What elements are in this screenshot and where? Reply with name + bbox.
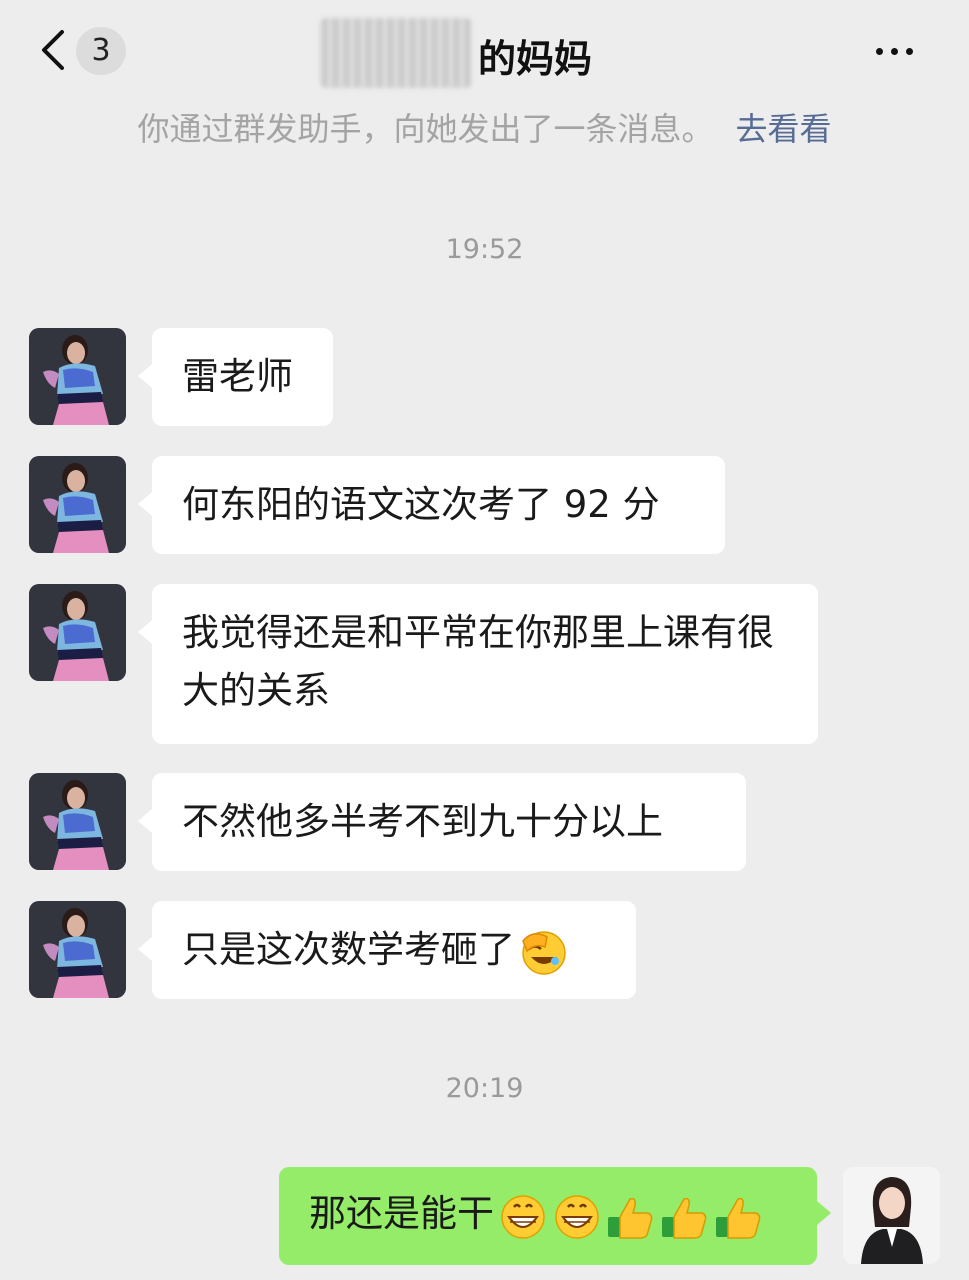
thumbs-up-icon [606, 1191, 656, 1241]
message-text: 不然他多半考不到九十分以上 [182, 800, 663, 843]
message-bubble[interactable]: 我觉得还是和平常在你那里上课有很大的关系 [138, 584, 818, 744]
contact-avatar[interactable] [29, 328, 126, 425]
grin-icon [552, 1191, 602, 1241]
chat-title: 的妈妈 [320, 18, 650, 88]
message-text: 雷老师 [182, 355, 293, 398]
message-text: 只是这次数学考砸了 [182, 928, 515, 971]
contact-avatar[interactable] [29, 584, 126, 681]
thumbs-up-icon [714, 1191, 764, 1241]
timestamp: 20:19 [445, 1073, 524, 1104]
face-palm-laugh-icon [519, 927, 569, 977]
chat-title-text: 的妈妈 [478, 37, 593, 81]
redacted-name [320, 18, 472, 88]
message-text: 那还是能干 [309, 1192, 494, 1235]
message-bubble[interactable]: 何东阳的语文这次考了 92 分 [138, 456, 725, 554]
contact-avatar[interactable] [29, 773, 126, 870]
chevron-left-icon [42, 30, 64, 70]
notice-text: 你通过群发助手，向她发出了一条消息。 [137, 110, 714, 148]
system-notice: 你通过群发助手，向她发出了一条消息。 去看看 [0, 104, 969, 150]
unread-count-badge[interactable]: 3 [76, 27, 126, 75]
back-button[interactable] [38, 28, 78, 72]
self-avatar[interactable] [843, 1167, 940, 1264]
message-bubble[interactable]: 雷老师 [138, 328, 333, 426]
timestamp: 19:52 [445, 234, 524, 265]
message-bubble[interactable]: 只是这次数学考砸了 [138, 901, 636, 999]
more-dots-icon [876, 47, 883, 55]
contact-avatar[interactable] [29, 901, 126, 998]
message-text: 何东阳的语文这次考了 92 分 [182, 483, 660, 526]
chat-header: 3 的妈妈 [0, 0, 969, 100]
message-bubble[interactable]: 不然他多半考不到九十分以上 [138, 773, 746, 871]
thumbs-up-icon [660, 1191, 710, 1241]
more-options-button[interactable] [876, 38, 926, 64]
grin-icon [498, 1191, 548, 1241]
message-bubble-self[interactable]: 那还是能干 [279, 1167, 831, 1265]
contact-avatar[interactable] [29, 456, 126, 553]
view-link[interactable]: 去看看 [736, 110, 832, 148]
message-text: 我觉得还是和平常在你那里上课有很大的关系 [182, 611, 774, 712]
